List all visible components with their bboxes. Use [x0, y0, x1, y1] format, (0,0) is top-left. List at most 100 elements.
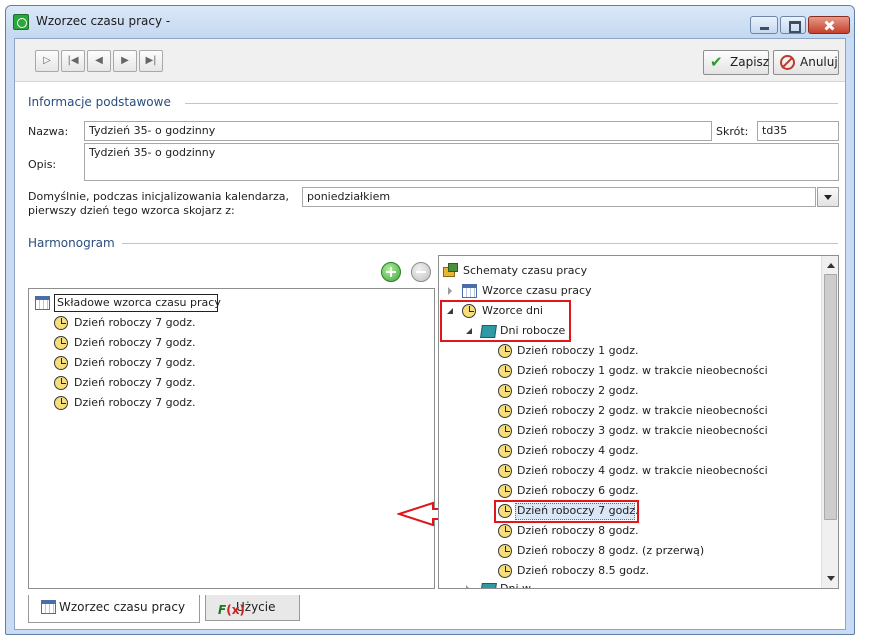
description-input[interactable]: Tydzień 35- o godzinny — [84, 143, 839, 181]
tree-node-label: Wzorce czasu pracy — [482, 284, 592, 297]
tree-root-label: Składowe wzorca czasu pracy — [57, 296, 221, 309]
clock-icon — [498, 344, 512, 358]
section-title-basic-info: Informacje podstawowe — [28, 95, 171, 109]
tree-item-label: Dzień roboczy 4 godz. — [517, 444, 639, 457]
clock-icon — [498, 424, 512, 438]
app-window: Wzorzec czasu pracy - ▷ |◀ ◀ ▶ ▶| ✔ Zapi… — [5, 5, 855, 635]
tab-usage[interactable]: F(x) Użycie — [205, 595, 300, 621]
description-label: Opis: — [28, 158, 57, 171]
calendar-icon — [41, 600, 56, 614]
maximize-button[interactable] — [780, 16, 806, 34]
toolbar: ▷ |◀ ◀ ▶ ▶| ✔ Zapisz Anuluj — [15, 39, 845, 82]
nav-new-button[interactable]: ▷ — [35, 50, 59, 72]
tree-node-label: Dni w... — [500, 582, 541, 589]
tree-item[interactable]: Dzień roboczy 4 godz. — [498, 442, 798, 460]
remove-item-button[interactable] — [411, 262, 431, 282]
nav-next-button[interactable]: ▶ — [113, 50, 137, 72]
calendar-icon — [462, 284, 477, 298]
nav-first-button[interactable]: |◀ — [61, 50, 85, 72]
calendar-icon — [35, 296, 50, 310]
book-icon — [480, 583, 497, 588]
clock-icon — [498, 384, 512, 398]
save-button-label: Zapisz — [730, 55, 770, 69]
tree-item[interactable]: Dzień roboczy 7 godz. — [54, 334, 254, 352]
cancel-button-label: Anuluj — [800, 55, 838, 69]
clock-icon — [498, 544, 512, 558]
tree-item-label: Dzień roboczy 7 godz. — [74, 316, 196, 329]
tree-item[interactable]: Dzień roboczy 7 godz. — [54, 314, 254, 332]
tree-item[interactable]: Dzień roboczy 8 godz. — [498, 522, 798, 540]
tree-item-label: Dzień roboczy 6 godz. — [517, 484, 639, 497]
scroll-up-arrow-icon[interactable] — [823, 257, 838, 273]
app-icon — [13, 14, 29, 30]
name-label: Nazwa: — [28, 125, 69, 138]
window-title: Wzorzec czasu pracy - — [36, 14, 171, 28]
tree-root-label: Schematy czasu pracy — [463, 264, 588, 277]
work-schemes-tree[interactable]: Schematy czasu pracy Wzorce czasu pracy … — [438, 255, 839, 589]
tree-item[interactable]: Dzień roboczy 3 godz. w trakcie nieobecn… — [498, 422, 798, 440]
section-divider — [122, 243, 838, 244]
tree-item[interactable]: Dzień roboczy 4 godz. w trakcie nieobecn… — [498, 462, 798, 480]
default-day-select[interactable]: poniedziałkiem — [302, 187, 816, 207]
save-button[interactable]: ✔ Zapisz — [703, 50, 769, 75]
pattern-components-tree[interactable]: Składowe wzorca czasu pracy Dzień robocz… — [28, 288, 435, 589]
tree-item-label: Dzień roboczy 2 godz. w trakcie nieobecn… — [517, 404, 768, 417]
tree-item[interactable]: Dzień roboczy 8 godz. (z przerwą) — [498, 542, 798, 560]
tree-root-schemes[interactable]: Schematy czasu pracy — [443, 262, 743, 280]
name-input[interactable]: Tydzień 35- o godzinny — [84, 121, 712, 141]
cancel-icon — [780, 55, 795, 70]
checkmark-icon: ✔ — [710, 53, 723, 71]
tree-item-label: Dzień roboczy 8 godz. — [517, 524, 639, 537]
tree-item-label: Dzień roboczy 4 godz. w trakcie nieobecn… — [517, 464, 768, 477]
tree-item[interactable]: Dzień roboczy 1 godz. w trakcie nieobecn… — [498, 362, 798, 380]
nav-last-button[interactable]: ▶| — [139, 50, 163, 72]
short-label: Skrót: — [716, 125, 749, 138]
clock-icon — [54, 336, 68, 350]
cancel-button[interactable]: Anuluj — [773, 50, 839, 75]
clock-icon — [54, 396, 68, 410]
clock-icon — [498, 464, 512, 478]
tab-work-pattern[interactable]: Wzorzec czasu pracy — [28, 595, 200, 623]
tree-item-label: Dzień roboczy 8 godz. (z przerwą) — [517, 544, 705, 557]
section-title-schedule: Harmonogram — [28, 236, 115, 250]
title-bar[interactable]: Wzorzec czasu pracy - — [6, 6, 854, 38]
clock-icon — [498, 564, 512, 578]
tree-node-partial[interactable]: Dni w... — [443, 580, 743, 589]
add-item-button[interactable] — [381, 262, 401, 282]
tree-item[interactable]: Dzień roboczy 7 godz. — [54, 374, 254, 392]
scroll-thumb[interactable] — [824, 274, 837, 520]
nav-prev-button[interactable]: ◀ — [87, 50, 111, 72]
clock-icon — [498, 364, 512, 378]
vertical-scrollbar[interactable] — [821, 256, 838, 588]
default-day-dropdown-button[interactable] — [817, 187, 839, 207]
expand-icon[interactable] — [448, 287, 452, 295]
clock-icon — [498, 484, 512, 498]
minimize-button[interactable] — [750, 16, 778, 34]
tree-root-components[interactable]: Składowe wzorca czasu pracy — [35, 294, 235, 312]
tree-item[interactable]: Dzień roboczy 1 godz. — [498, 342, 798, 360]
tree-item[interactable]: Dzień roboczy 7 godz. — [54, 394, 254, 412]
schemes-icon — [443, 263, 459, 278]
tree-item[interactable]: Dzień roboczy 6 godz. — [498, 482, 798, 500]
function-icon: F(x) — [218, 603, 245, 617]
tree-item[interactable]: Dzień roboczy 7 godz. — [54, 354, 254, 372]
tree-item-label: Dzień roboczy 8.5 godz. — [517, 564, 650, 577]
clock-icon — [54, 356, 68, 370]
clock-icon — [498, 444, 512, 458]
short-input[interactable]: td35 — [757, 121, 839, 141]
default-day-label-line1: Domyślnie, podczas inicjalizowania kalen… — [28, 190, 290, 203]
tree-item[interactable]: Dzień roboczy 2 godz. — [498, 382, 798, 400]
tree-item-label: Dzień roboczy 7 godz. — [74, 356, 196, 369]
clock-icon — [498, 404, 512, 418]
tree-item-label: Dzień roboczy 1 godz. — [517, 344, 639, 357]
tree-item[interactable]: Dzień roboczy 2 godz. w trakcie nieobecn… — [498, 402, 798, 420]
tree-item[interactable]: Dzień roboczy 8.5 godz. — [498, 562, 798, 580]
scroll-down-arrow-icon[interactable] — [823, 571, 838, 587]
clock-icon — [498, 524, 512, 538]
close-button[interactable] — [808, 16, 850, 34]
tree-item-label: Dzień roboczy 1 godz. w trakcie nieobecn… — [517, 364, 768, 377]
tree-node-week-patterns[interactable]: Wzorce czasu pracy — [443, 282, 743, 300]
highlight-box — [494, 500, 639, 523]
expand-icon[interactable] — [466, 585, 470, 588]
clock-icon — [54, 376, 68, 390]
